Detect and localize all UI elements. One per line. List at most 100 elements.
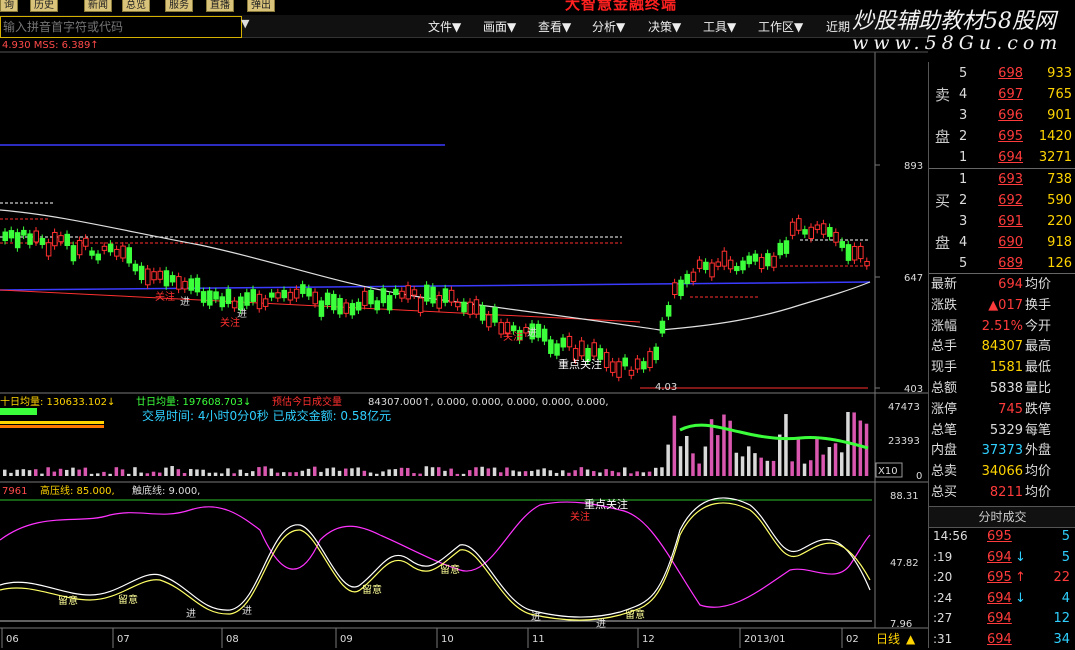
osc-tick-low: 7.96 bbox=[890, 619, 912, 630]
candle-body bbox=[579, 340, 585, 357]
date-tick-label: 10 bbox=[441, 634, 454, 645]
annotation-focus: 重点关注 bbox=[558, 357, 602, 371]
kline-chart[interactable]: 4.930 MSS: 6.389↑ 893 647 403 重点关注 进 进 进… bbox=[0, 37, 928, 648]
candle-body bbox=[293, 288, 300, 299]
stat-label: 涨停 bbox=[931, 401, 958, 417]
buy-level-volume: 918 bbox=[1047, 235, 1072, 250]
candle-body bbox=[33, 230, 39, 243]
stat-label-right: 均价 bbox=[1025, 277, 1052, 292]
volume-bar bbox=[796, 439, 801, 476]
candle-body bbox=[802, 229, 808, 235]
volume-bar bbox=[58, 468, 63, 476]
top-button-overview[interactable]: 总览 bbox=[122, 0, 150, 12]
tab-tick-trades[interactable]: 分时成交 bbox=[929, 506, 1075, 528]
stat-label-right: 每笔 bbox=[1025, 422, 1052, 438]
buy-level-row: 1 693 738 bbox=[929, 169, 1075, 190]
volume-bar bbox=[65, 469, 69, 476]
candle-body bbox=[486, 314, 492, 328]
volume-bar bbox=[418, 473, 422, 476]
volume-bar bbox=[561, 470, 565, 476]
candle-body bbox=[858, 245, 864, 260]
volume-bar bbox=[778, 434, 782, 476]
volume-bar bbox=[598, 472, 602, 476]
menu-decision[interactable]: 决策▼ bbox=[648, 18, 681, 35]
candle-body bbox=[300, 284, 306, 294]
tick-trade-row: 14:56 695 5 bbox=[929, 526, 1075, 547]
volume-bar bbox=[145, 473, 150, 476]
annotation-enter-1: 进 bbox=[180, 296, 190, 308]
stat-label-right: 量比 bbox=[1025, 381, 1052, 396]
menu-file[interactable]: 文件▼ bbox=[428, 18, 461, 35]
candle-body bbox=[39, 237, 46, 245]
volume-bar bbox=[189, 468, 193, 476]
menu-workspace[interactable]: 工作区▼ bbox=[758, 18, 803, 35]
candle-body bbox=[752, 253, 759, 262]
top-button-history[interactable]: 历史 bbox=[30, 0, 58, 12]
search-dropdown-icon[interactable]: ▼ bbox=[241, 17, 249, 30]
volume-bar bbox=[15, 469, 19, 476]
volume-bar bbox=[809, 460, 813, 476]
volume-bar bbox=[164, 467, 168, 476]
period-toggle-icon[interactable]: ▲ bbox=[906, 632, 916, 646]
volume-bar bbox=[96, 473, 100, 476]
candle-body bbox=[541, 328, 548, 342]
candle-body bbox=[467, 301, 473, 315]
buy-level-volume: 126 bbox=[1047, 256, 1072, 271]
menu-tools[interactable]: 工具▼ bbox=[703, 18, 736, 35]
candle-body bbox=[659, 320, 666, 334]
candle-body bbox=[120, 245, 126, 259]
volume-bar bbox=[9, 472, 13, 476]
volume-bar bbox=[784, 414, 788, 476]
volume-bar bbox=[313, 466, 317, 476]
volume-bar bbox=[319, 471, 323, 476]
stat-row: 涨幅 2.51% 今开 bbox=[929, 316, 1075, 337]
candle-body bbox=[269, 292, 275, 298]
buy-level-volume: 738 bbox=[1047, 172, 1072, 187]
stat-value: 2.51% bbox=[981, 318, 1023, 334]
top-button-news[interactable]: 新闻 bbox=[84, 0, 112, 12]
stat-row: 总额 5838 量比 bbox=[929, 378, 1075, 399]
tick-trade-row: :20 695 ↑ 22 bbox=[929, 567, 1075, 588]
candle-body bbox=[163, 270, 170, 287]
quote-panel: 卖 盘 5 698 933 4 697 765 3 696 901 2 695 1420 1 694 327… bbox=[928, 62, 1075, 648]
top-button-service[interactable]: 服务 bbox=[165, 0, 193, 12]
menu-view[interactable]: 查看▼ bbox=[538, 18, 571, 35]
tick-trade-row: :27 694 12 bbox=[929, 608, 1075, 629]
osc-annotation-attention-4: 留意 bbox=[440, 563, 460, 576]
top-button-query[interactable]: 询 bbox=[0, 0, 18, 12]
period-label[interactable]: 日线 bbox=[876, 632, 900, 646]
candle-body bbox=[734, 266, 740, 272]
volume-bar bbox=[257, 467, 261, 476]
candle-body bbox=[64, 233, 70, 247]
volume-bar bbox=[740, 456, 745, 476]
menu-analysis[interactable]: 分析▼ bbox=[592, 18, 625, 35]
search-input[interactable] bbox=[0, 16, 242, 38]
candle-body bbox=[827, 227, 833, 237]
sell-level-index: 5 bbox=[959, 66, 968, 81]
sell-level-volume: 901 bbox=[1047, 108, 1072, 123]
tick-time: :31 bbox=[933, 631, 953, 646]
candle-body bbox=[845, 244, 852, 261]
osc-annotation-focus: 重点关注 bbox=[584, 497, 628, 511]
stat-value: 745 bbox=[998, 401, 1023, 417]
candle-body bbox=[510, 325, 517, 332]
stat-value: 8211 bbox=[989, 485, 1023, 500]
menu-recent[interactable]: 近期 bbox=[826, 18, 850, 35]
candle-body bbox=[337, 298, 343, 315]
sell-level-index: 3 bbox=[959, 108, 968, 123]
sell-level-volume: 1420 bbox=[1038, 129, 1072, 144]
menu-view-screen[interactable]: 画面▼ bbox=[483, 18, 516, 35]
top-button-live[interactable]: 直播 bbox=[206, 0, 234, 12]
volume-bar bbox=[263, 466, 267, 476]
volume-bar bbox=[213, 472, 218, 476]
candle-body bbox=[318, 300, 325, 317]
volume-bar bbox=[722, 414, 726, 476]
osc-annotation-attention-5: 留意 bbox=[625, 608, 645, 621]
buy-level-price: 692 bbox=[998, 193, 1023, 208]
candle-body bbox=[145, 268, 151, 286]
top-button-popup[interactable]: 弹出 bbox=[247, 0, 275, 12]
candle-body bbox=[219, 296, 225, 308]
volume-legend-ma10: 十日均量: 130633.102↓ bbox=[0, 395, 115, 408]
candle-body bbox=[58, 235, 64, 243]
candle-body bbox=[405, 285, 411, 300]
